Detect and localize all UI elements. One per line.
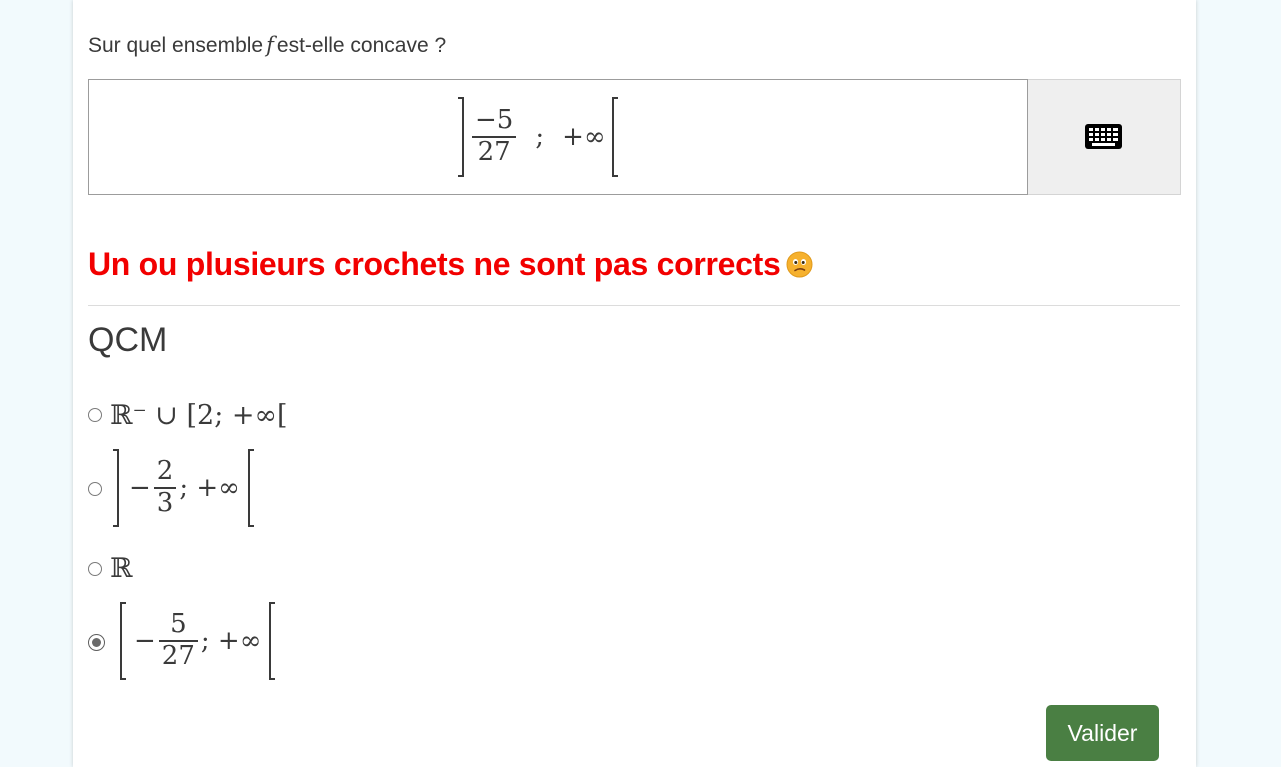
qcm-option-4-fraction: 5 27 (158, 609, 198, 671)
answer-separator: ; (535, 122, 545, 152)
qcm-option-2-radio[interactable] (88, 482, 102, 496)
answer-numerator: −5 (475, 105, 514, 136)
valider-button[interactable]: Valider (1046, 705, 1159, 761)
qcm-option-2-fraction: 2 3 (153, 456, 177, 518)
confused-face-icon (786, 251, 813, 278)
qcm-option-1-radio[interactable] (88, 408, 102, 422)
qcm-option-1-text: ℝ⁻ ∪ [2; +∞[ (110, 399, 288, 431)
answer-input[interactable]: −5 27 ; +∞ (88, 79, 1028, 195)
qcm-option-4-label[interactable]: − 5 27 ; +∞ (120, 602, 276, 680)
feedback-message: Un ou plusieurs crochets ne sont pas cor… (88, 246, 813, 283)
qcm-option-2-right-bracket (247, 449, 254, 527)
answer-left-bracket (458, 97, 464, 177)
virtual-keyboard-button[interactable] (1028, 79, 1181, 195)
question-prefix: Sur quel ensemble (88, 34, 264, 57)
qcm-option-2-sign: − (129, 473, 151, 503)
question-text: Sur quel ensemble f est-elle concave ? (88, 33, 446, 58)
qcm-option-3-radio[interactable] (88, 562, 102, 576)
answer-right-bracket (611, 97, 618, 177)
qcm-option-2-label[interactable]: − 2 3 ; +∞ (113, 449, 254, 527)
qcm-option-4-sign: − (134, 626, 156, 656)
qcm-option-1-label[interactable]: ℝ⁻ ∪ [2; +∞[ (110, 398, 288, 432)
qcm-title: QCM (88, 321, 168, 359)
qcm-option-2-numerator: 2 (156, 456, 174, 487)
qcm-option-2-denominator: 3 (156, 487, 174, 518)
qcm-option-3-text: ℝ (110, 552, 133, 584)
keyboard-icon (1085, 124, 1122, 149)
qcm-option-4-suffix: ; +∞ (200, 626, 262, 656)
qcm-option-2-suffix: ; +∞ (179, 473, 240, 503)
feedback-text: Un ou plusieurs crochets ne sont pas cor… (88, 246, 781, 282)
section-divider (88, 305, 1180, 306)
answer-upper-bound: +∞ (562, 122, 606, 152)
qcm-option-2-left-bracket (113, 449, 119, 527)
answer-denominator: 27 (477, 136, 511, 167)
qcm-option-3-label[interactable]: ℝ (110, 551, 132, 585)
qcm-option-4-numerator: 5 (170, 609, 187, 640)
answer-expression: −5 27 ; +∞ (458, 96, 618, 178)
question-variable: f (266, 33, 274, 57)
answer-fraction: −5 27 (472, 105, 517, 167)
qcm-option-4-left-bracket (120, 602, 126, 680)
qcm-option-4-radio[interactable] (88, 634, 105, 651)
qcm-option-4-right-bracket (269, 602, 276, 680)
qcm-option-4-denominator: 27 (161, 640, 195, 671)
question-suffix: est-elle concave ? (276, 34, 447, 57)
